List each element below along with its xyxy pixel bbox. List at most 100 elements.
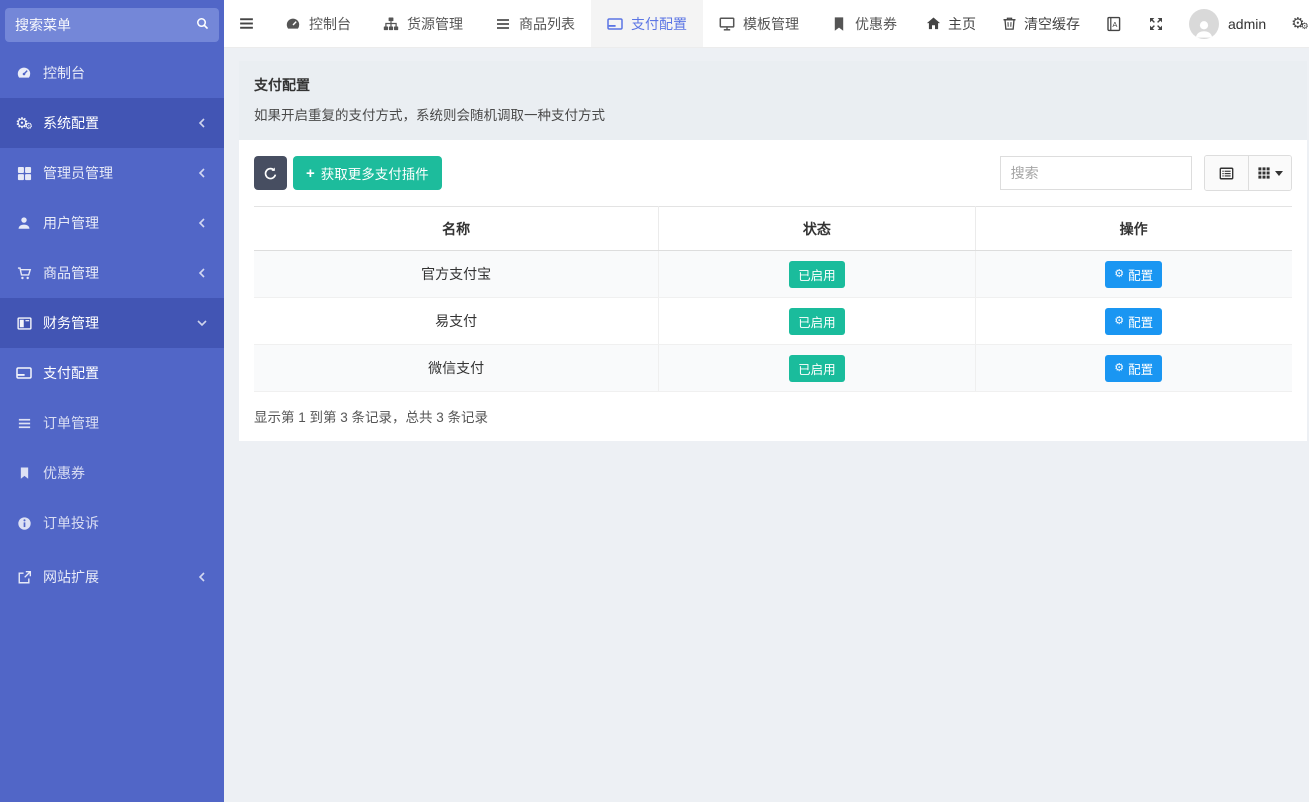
sidebar-item-order-complaints[interactable]: 订单投诉 xyxy=(0,498,224,548)
svg-text:A: A xyxy=(1112,20,1117,29)
tab-template-management[interactable]: 模板管理 xyxy=(703,0,815,47)
user-icon xyxy=(15,215,33,231)
sidebar-menu: 控制台 ⚙⚙ 系统配置 管理员管理 用户管理 xyxy=(0,48,224,802)
status-badge: 已启用 xyxy=(789,355,845,382)
credit-card-icon xyxy=(15,365,33,381)
configure-label: 配置 xyxy=(1128,359,1153,378)
chevron-left-icon xyxy=(195,166,209,180)
column-header-actions: 操作 xyxy=(975,207,1292,251)
gear-icon: ⚙ xyxy=(1114,363,1124,374)
sidebar-item-label: 商品管理 xyxy=(43,263,195,283)
desktop-icon xyxy=(719,16,735,32)
configure-button[interactable]: ⚙ 配置 xyxy=(1105,355,1162,382)
sidebar-item-order-management[interactable]: 订单管理 xyxy=(0,398,224,448)
tab-bar: 控制台 货源管理 商品列表 支付配置 xyxy=(269,0,913,47)
sidebar-item-user-management[interactable]: 用户管理 xyxy=(0,198,224,248)
trash-icon xyxy=(1002,16,1017,31)
user-menu[interactable]: admin xyxy=(1177,0,1278,47)
gear-icon: ⚙ xyxy=(1114,316,1124,327)
sidebar-item-label: 控制台 xyxy=(43,63,209,83)
sidebar-toggle-button[interactable] xyxy=(224,0,269,47)
sidebar-item-finance-management[interactable]: 财务管理 xyxy=(0,298,224,348)
toolbar-right xyxy=(1000,155,1292,191)
configure-label: 配置 xyxy=(1128,265,1153,284)
columns-dropdown-button[interactable] xyxy=(1248,156,1291,190)
sidebar-item-label: 支付配置 xyxy=(43,363,209,383)
get-more-plugins-button[interactable]: + 获取更多支付插件 xyxy=(293,156,442,190)
payment-name: 官方支付宝 xyxy=(254,251,659,298)
bookmark-icon xyxy=(15,465,33,481)
refresh-button[interactable] xyxy=(254,156,287,190)
sidebar-item-payment-config[interactable]: 支付配置 xyxy=(0,348,224,398)
tab-payment-config[interactable]: 支付配置 xyxy=(591,0,703,47)
home-label: 主页 xyxy=(948,14,976,34)
payment-name: 微信支付 xyxy=(254,345,659,392)
tab-product-list[interactable]: 商品列表 xyxy=(479,0,591,47)
status-badge: 已启用 xyxy=(789,261,845,288)
sidebar-item-dashboard[interactable]: 控制台 xyxy=(0,48,224,98)
status-badge: 已启用 xyxy=(789,308,845,335)
bookmark-icon xyxy=(831,16,847,32)
column-header-status: 状态 xyxy=(659,207,975,251)
info-icon xyxy=(15,515,33,531)
gear-icon: ⚙ xyxy=(1114,269,1124,280)
sidebar-item-label: 优惠券 xyxy=(43,463,209,483)
clear-cache-link[interactable]: 清空缓存 xyxy=(989,0,1093,47)
language-book-icon: A xyxy=(1106,16,1122,32)
panel-body: + 获取更多支付插件 xyxy=(239,140,1307,441)
columns-icon xyxy=(15,315,33,331)
configure-button[interactable]: ⚙ 配置 xyxy=(1105,261,1162,288)
sidebar-search xyxy=(5,8,219,42)
tab-label: 优惠券 xyxy=(855,14,897,34)
sidebar-item-label: 系统配置 xyxy=(43,113,195,133)
tab-label: 商品列表 xyxy=(519,14,575,34)
plus-icon: + xyxy=(306,166,315,181)
search-icon[interactable] xyxy=(196,17,209,33)
tab-coupons[interactable]: 优惠券 xyxy=(815,0,913,47)
table-header-row: 名称 状态 操作 xyxy=(254,207,1292,251)
tab-label: 支付配置 xyxy=(631,14,687,34)
sidebar-item-label: 财务管理 xyxy=(43,313,195,333)
column-header-name: 名称 xyxy=(254,207,659,251)
avatar xyxy=(1189,9,1219,39)
sidebar-item-system-config[interactable]: ⚙⚙ 系统配置 xyxy=(0,98,224,148)
sidebar-item-coupons[interactable]: 优惠券 xyxy=(0,448,224,498)
gears-icon: ⚙⚙ xyxy=(15,115,33,131)
refresh-icon xyxy=(263,166,278,181)
language-button[interactable]: A xyxy=(1093,0,1135,47)
sidebar-item-product-management[interactable]: 商品管理 xyxy=(0,248,224,298)
dashboard-icon xyxy=(285,16,301,32)
main-area: 控制台 货源管理 商品列表 支付配置 xyxy=(224,0,1309,802)
top-navbar: 控制台 货源管理 商品列表 支付配置 xyxy=(224,0,1309,48)
sidebar-item-admin-management[interactable]: 管理员管理 xyxy=(0,148,224,198)
table-search-input[interactable] xyxy=(1000,156,1192,190)
username: admin xyxy=(1228,16,1266,32)
sidebar: 控制台 ⚙⚙ 系统配置 管理员管理 用户管理 xyxy=(0,0,224,802)
caret-down-icon xyxy=(1275,171,1283,176)
chevron-left-icon xyxy=(195,570,209,584)
navbar-right: 主页 清空缓存 A adm xyxy=(913,0,1309,47)
list-icon xyxy=(15,415,33,431)
list-alt-icon xyxy=(1219,166,1234,181)
home-link[interactable]: 主页 xyxy=(913,0,989,47)
chevron-left-icon xyxy=(195,266,209,280)
sidebar-item-label: 用户管理 xyxy=(43,213,195,233)
cart-icon xyxy=(15,265,33,281)
sidebar-search-input[interactable] xyxy=(15,17,196,33)
sidebar-item-label: 订单投诉 xyxy=(43,513,209,533)
sidebar-item-site-extensions[interactable]: 网站扩展 xyxy=(0,552,224,602)
settings-button[interactable]: ⚙⚙ xyxy=(1278,0,1309,47)
tab-supply-management[interactable]: 货源管理 xyxy=(367,0,479,47)
detail-view-button[interactable] xyxy=(1205,156,1248,190)
list-icon xyxy=(495,16,511,32)
tab-label: 模板管理 xyxy=(743,14,799,34)
sidebar-item-label: 订单管理 xyxy=(43,413,209,433)
table-row: 微信支付 已启用 ⚙ 配置 xyxy=(254,345,1292,392)
configure-button[interactable]: ⚙ 配置 xyxy=(1105,308,1162,335)
home-icon xyxy=(926,16,941,31)
chevron-left-icon xyxy=(195,116,209,130)
external-link-icon xyxy=(15,569,33,585)
tab-dashboard[interactable]: 控制台 xyxy=(269,0,367,47)
fullscreen-button[interactable] xyxy=(1135,0,1177,47)
sidebar-item-label: 网站扩展 xyxy=(43,567,195,587)
